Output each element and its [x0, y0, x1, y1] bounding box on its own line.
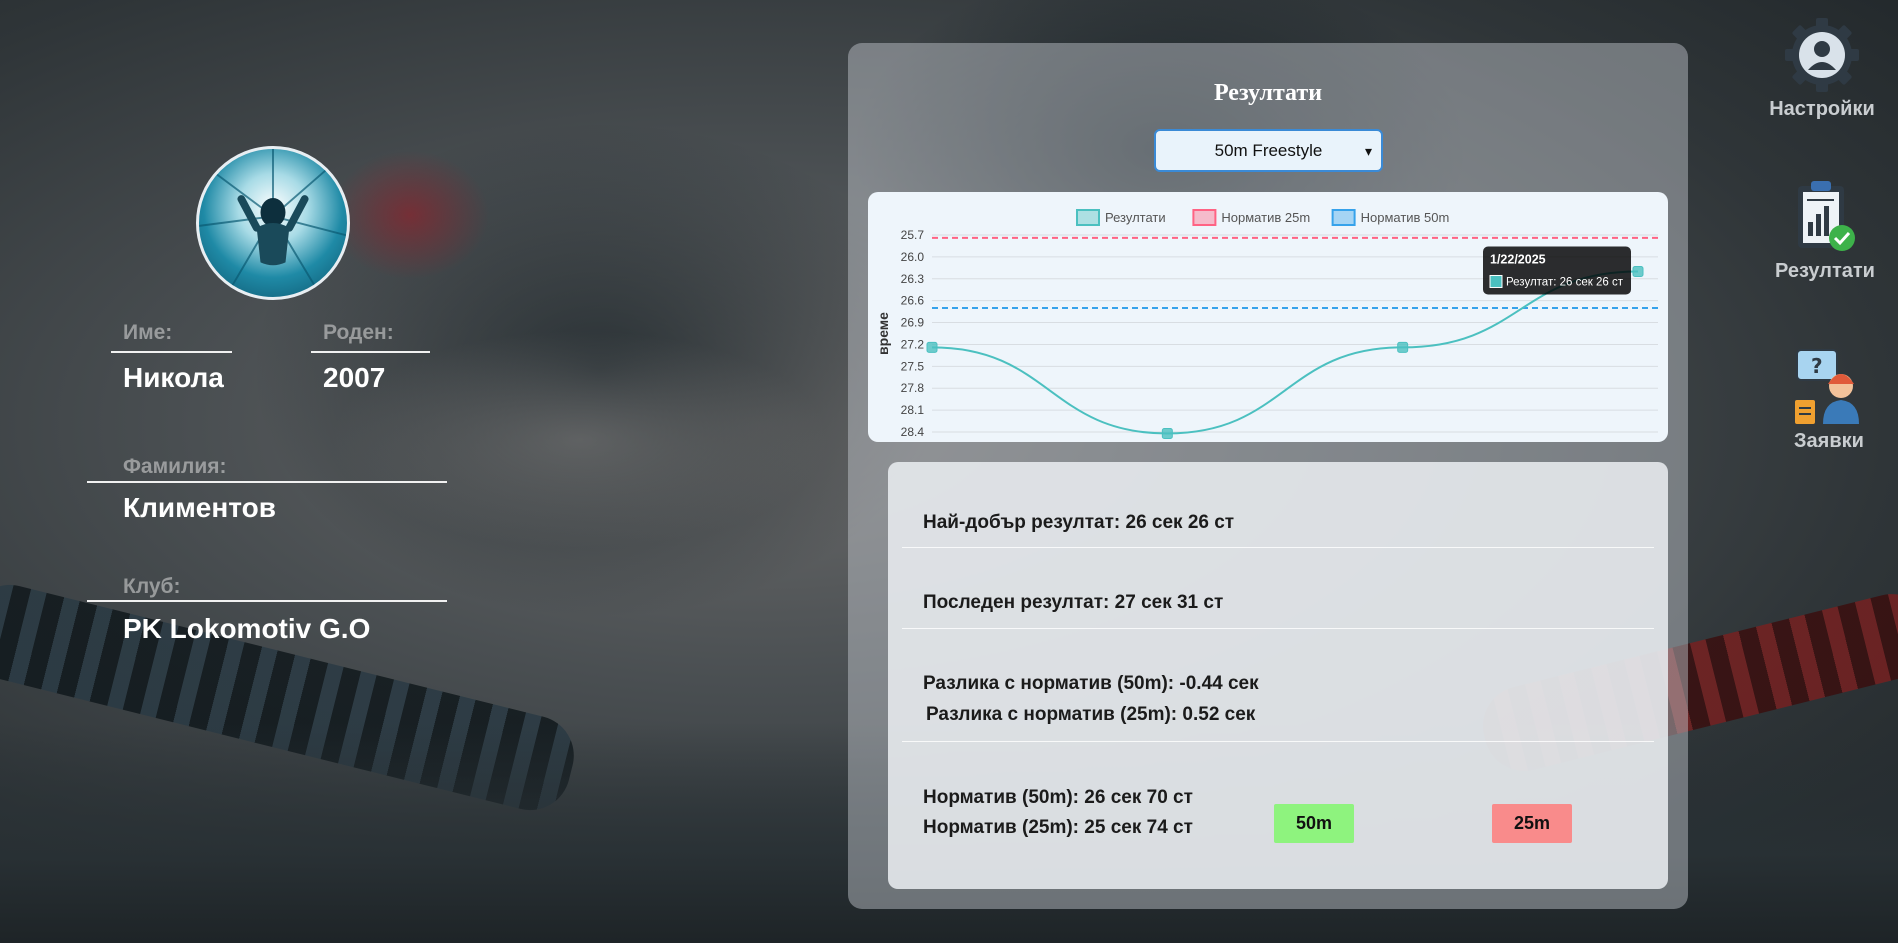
born-value: 2007 [323, 362, 386, 393]
legend-swatch [1076, 209, 1100, 226]
stats-card: Най-добър резултат: 26 сек 26 ст Последе… [888, 462, 1668, 889]
y-axis-label: време [875, 312, 891, 355]
diff-norm-50: Разлика с норматив (50m): -0.44 сек [923, 673, 1259, 694]
last-name-value: Климентов [123, 492, 276, 523]
club-label: Клуб: [123, 575, 181, 598]
first-name-label: Име: [123, 321, 173, 344]
support-agent-icon: ? [1795, 349, 1859, 424]
last-name-divider [87, 481, 447, 483]
nav-settings-label: Настройки [1769, 98, 1875, 120]
profile-avatar [196, 146, 350, 300]
y-tick-label: 26.6 [901, 294, 925, 308]
born-label: Роден: [323, 321, 394, 344]
data-point [1397, 341, 1409, 353]
y-tick-label: 27.8 [901, 381, 925, 395]
legend-swatch [1192, 209, 1217, 226]
last-name-label: Фамилия: [123, 455, 227, 478]
club-value: PK Lokomotiv G.O [123, 613, 371, 644]
results-chart[interactable]: Резултати Норматив 25m Норматив 50m 25.7 26.… [868, 192, 1668, 442]
y-tick-label: 28.1 [901, 403, 925, 417]
nav-requests-label: Заявки [1794, 430, 1864, 452]
y-tick-label: 28.4 [901, 425, 925, 439]
first-name-divider [111, 351, 232, 353]
series-line [931, 270, 1639, 435]
norm-25m-button[interactable]: 25m [1492, 804, 1572, 843]
results-chart-svg: Резултати Норматив 25m Норматив 50m 25.7 26.… [875, 209, 1658, 439]
norm-25: Норматив (25m): 25 сек 74 ст [923, 817, 1193, 838]
tooltip-text: Резултат: 26 сек 26 ст [1506, 276, 1624, 288]
svg-text:?: ? [1811, 354, 1823, 378]
nav-requests[interactable]: ? Заявки [1765, 348, 1893, 453]
y-tick-label: 26.0 [901, 250, 925, 264]
norm-50: Норматив (50m): 26 сек 70 ст [923, 787, 1193, 808]
clipboard-chart-icon [1798, 181, 1855, 251]
first-name-value: Никола [123, 362, 224, 393]
nav-settings[interactable]: Настройки [1762, 16, 1882, 121]
y-tick-label: 26.9 [901, 316, 925, 330]
tooltip-title: 1/22/2025 [1490, 252, 1546, 266]
legend-label: Резултати [1105, 210, 1166, 225]
nav-results[interactable]: Резултати [1762, 178, 1888, 283]
stats-divider [902, 547, 1654, 548]
results-title: Резултати [1213, 80, 1323, 106]
best-result: Най-добър резултат: 26 сек 26 ст [923, 512, 1235, 533]
y-tick-label: 25.7 [901, 228, 925, 242]
data-point [1632, 265, 1644, 277]
y-tick-label: 27.2 [901, 337, 925, 351]
diff-norm-25: Разлика с норматив (25m): 0.52 сек [926, 704, 1256, 725]
gear-user-icon [1785, 18, 1859, 92]
norm-50m-button[interactable]: 50m [1274, 804, 1354, 843]
chevron-down-icon: ▾ [1364, 143, 1372, 159]
event-select-value: 50m Freestyle [1214, 140, 1323, 160]
results-panel: Резултати 50m Freestyle ▾ Резултати Норма… [848, 43, 1688, 909]
tooltip-swatch [1489, 274, 1503, 288]
stats-divider [902, 741, 1654, 742]
club-divider [87, 600, 447, 602]
legend-swatch [1331, 209, 1356, 226]
stats-divider [902, 628, 1654, 629]
y-tick-label: 27.5 [901, 359, 925, 373]
legend-label: Норматив 50m [1361, 210, 1450, 225]
y-tick-label: 26.3 [901, 272, 925, 286]
data-point [1161, 427, 1173, 439]
data-point [926, 341, 938, 353]
event-select[interactable]: 50m Freestyle ▾ [1154, 129, 1383, 172]
last-result: Последен резултат: 27 сек 31 ст [923, 592, 1224, 613]
nav-results-label: Резултати [1775, 260, 1875, 282]
legend-label: Норматив 25m [1221, 210, 1310, 225]
swimmer-avatar-image [199, 149, 347, 294]
born-divider [311, 351, 430, 353]
